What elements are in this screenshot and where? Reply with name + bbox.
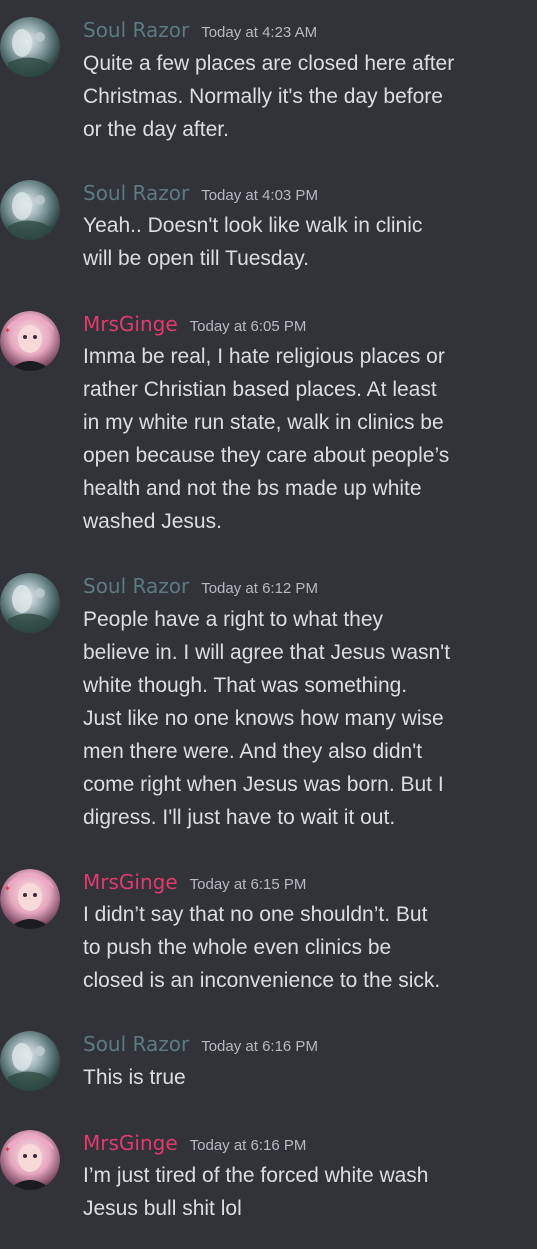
message-header: MrsGinge Today at 6:05 PM <box>83 311 306 337</box>
username[interactable]: MrsGinge <box>83 869 178 895</box>
message-line: believe in. I will agree that Jesus wasn… <box>83 641 451 664</box>
message: Soul Razor Today at 6:12 PM People have … <box>0 573 537 838</box>
message-line: will be open till Tuesday. <box>83 247 310 270</box>
svg-text:✦: ✦ <box>4 326 11 335</box>
message-line: men there were. And they also didn't <box>83 740 423 763</box>
message-header: Soul Razor Today at 4:03 PM <box>83 180 318 206</box>
message-header: Soul Razor Today at 6:12 PM <box>83 573 318 599</box>
message: Soul Razor Today at 4:03 PM Yeah.. Doesn… <box>0 180 537 276</box>
username[interactable]: Soul Razor <box>83 180 189 206</box>
message-line: Christmas. Normally it's the day before <box>83 85 443 108</box>
message-line: I didn’t say that no one shouldn’t. But <box>83 903 428 926</box>
message-line: Jesus bull shit lol <box>83 1197 242 1220</box>
message-line: Just like no one knows how many wise <box>83 707 444 730</box>
message-content: Yeah.. Doesn't look like walk in clinic … <box>83 209 533 275</box>
avatar[interactable]: ✦ <box>0 1130 60 1190</box>
username[interactable]: Soul Razor <box>83 17 189 43</box>
avatar[interactable]: ✦ <box>0 869 60 929</box>
avatar[interactable]: ✦ <box>0 311 60 371</box>
soul-razor-avatar-image <box>0 180 60 240</box>
message-line: I’m just tired of the forced white wash <box>83 1164 429 1187</box>
message-line: in my white run state, walk in clinics b… <box>83 411 444 434</box>
message: ✦ MrsGinge Today at 6:16 PM I’m just tir… <box>0 1130 537 1230</box>
message-line: health and not the bs made up white <box>83 477 422 500</box>
message-line: People have a right to what they <box>83 608 384 631</box>
username[interactable]: Soul Razor <box>83 1031 189 1057</box>
timestamp: Today at 6:05 PM <box>189 318 307 335</box>
message: Soul Razor Today at 4:23 AM Quite a few … <box>0 17 537 147</box>
avatar[interactable] <box>0 1031 60 1091</box>
message: ✦ MrsGinge Today at 6:15 PM I didn’t say… <box>0 869 537 999</box>
timestamp: Today at 6:15 PM <box>189 876 307 893</box>
message-header: Soul Razor Today at 6:16 PM <box>83 1031 318 1057</box>
message-line: closed is an inconvenience to the sick. <box>83 969 441 992</box>
timestamp: Today at 6:16 PM <box>189 1137 307 1154</box>
mrsginge-avatar-image: ✦ <box>0 1130 60 1190</box>
soul-razor-avatar-image <box>0 573 60 633</box>
message-line: Yeah.. Doesn't look like walk in clinic <box>83 214 423 237</box>
message-line: open because they care about people’s <box>83 444 450 467</box>
message-header: MrsGinge Today at 6:15 PM <box>83 869 306 895</box>
soul-razor-avatar-image <box>0 1031 60 1091</box>
mrsginge-avatar-image: ✦ <box>0 311 60 371</box>
message-line: This is true <box>83 1066 186 1089</box>
timestamp: Today at 4:23 AM <box>201 24 318 41</box>
username[interactable]: MrsGinge <box>83 311 178 337</box>
message-content: I didn’t say that no one shouldn’t. But … <box>83 898 533 997</box>
message: ✦ MrsGinge Today at 6:05 PM Imma be real… <box>0 311 537 541</box>
message-line: to push the whole even clinics be <box>83 936 392 959</box>
message-line: come right when Jesus was born. But I <box>83 773 444 796</box>
chat-message-list: Soul Razor Today at 4:23 AM Quite a few … <box>0 0 537 1249</box>
timestamp: Today at 4:03 PM <box>201 187 318 204</box>
svg-text:✦: ✦ <box>4 884 11 893</box>
message-line: washed Jesus. <box>83 510 222 533</box>
mrsginge-avatar-image: ✦ <box>0 869 60 929</box>
message-line: digress. I'll just have to wait it out. <box>83 806 396 829</box>
soul-razor-avatar-image <box>0 17 60 77</box>
message-line: Quite a few places are closed here after <box>83 52 455 75</box>
message-header: Soul Razor Today at 4:23 AM <box>83 17 317 43</box>
message: Soul Razor Today at 6:16 PM This is true <box>0 1031 537 1097</box>
message-content: I’m just tired of the forced white wash … <box>83 1159 533 1225</box>
message-content: This is true <box>83 1061 533 1094</box>
username[interactable]: Soul Razor <box>83 573 189 599</box>
message-header: MrsGinge Today at 6:16 PM <box>83 1130 306 1156</box>
timestamp: Today at 6:12 PM <box>201 580 318 597</box>
message-line: Imma be real, I hate religious places or <box>83 345 445 368</box>
username[interactable]: MrsGinge <box>83 1130 178 1156</box>
message-content: People have a right to what they believe… <box>83 603 533 834</box>
message-content: Imma be real, I hate religious places or… <box>83 340 533 538</box>
message-line: white though. That was something. <box>83 674 408 697</box>
avatar[interactable] <box>0 180 60 240</box>
message-content: Quite a few places are closed here after… <box>83 47 533 146</box>
avatar[interactable] <box>0 17 60 77</box>
avatar[interactable] <box>0 573 60 633</box>
message-line: rather Christian based places. At least <box>83 378 437 401</box>
timestamp: Today at 6:16 PM <box>201 1038 318 1055</box>
svg-text:✦: ✦ <box>4 1145 11 1154</box>
message-line: or the day after. <box>83 118 229 141</box>
